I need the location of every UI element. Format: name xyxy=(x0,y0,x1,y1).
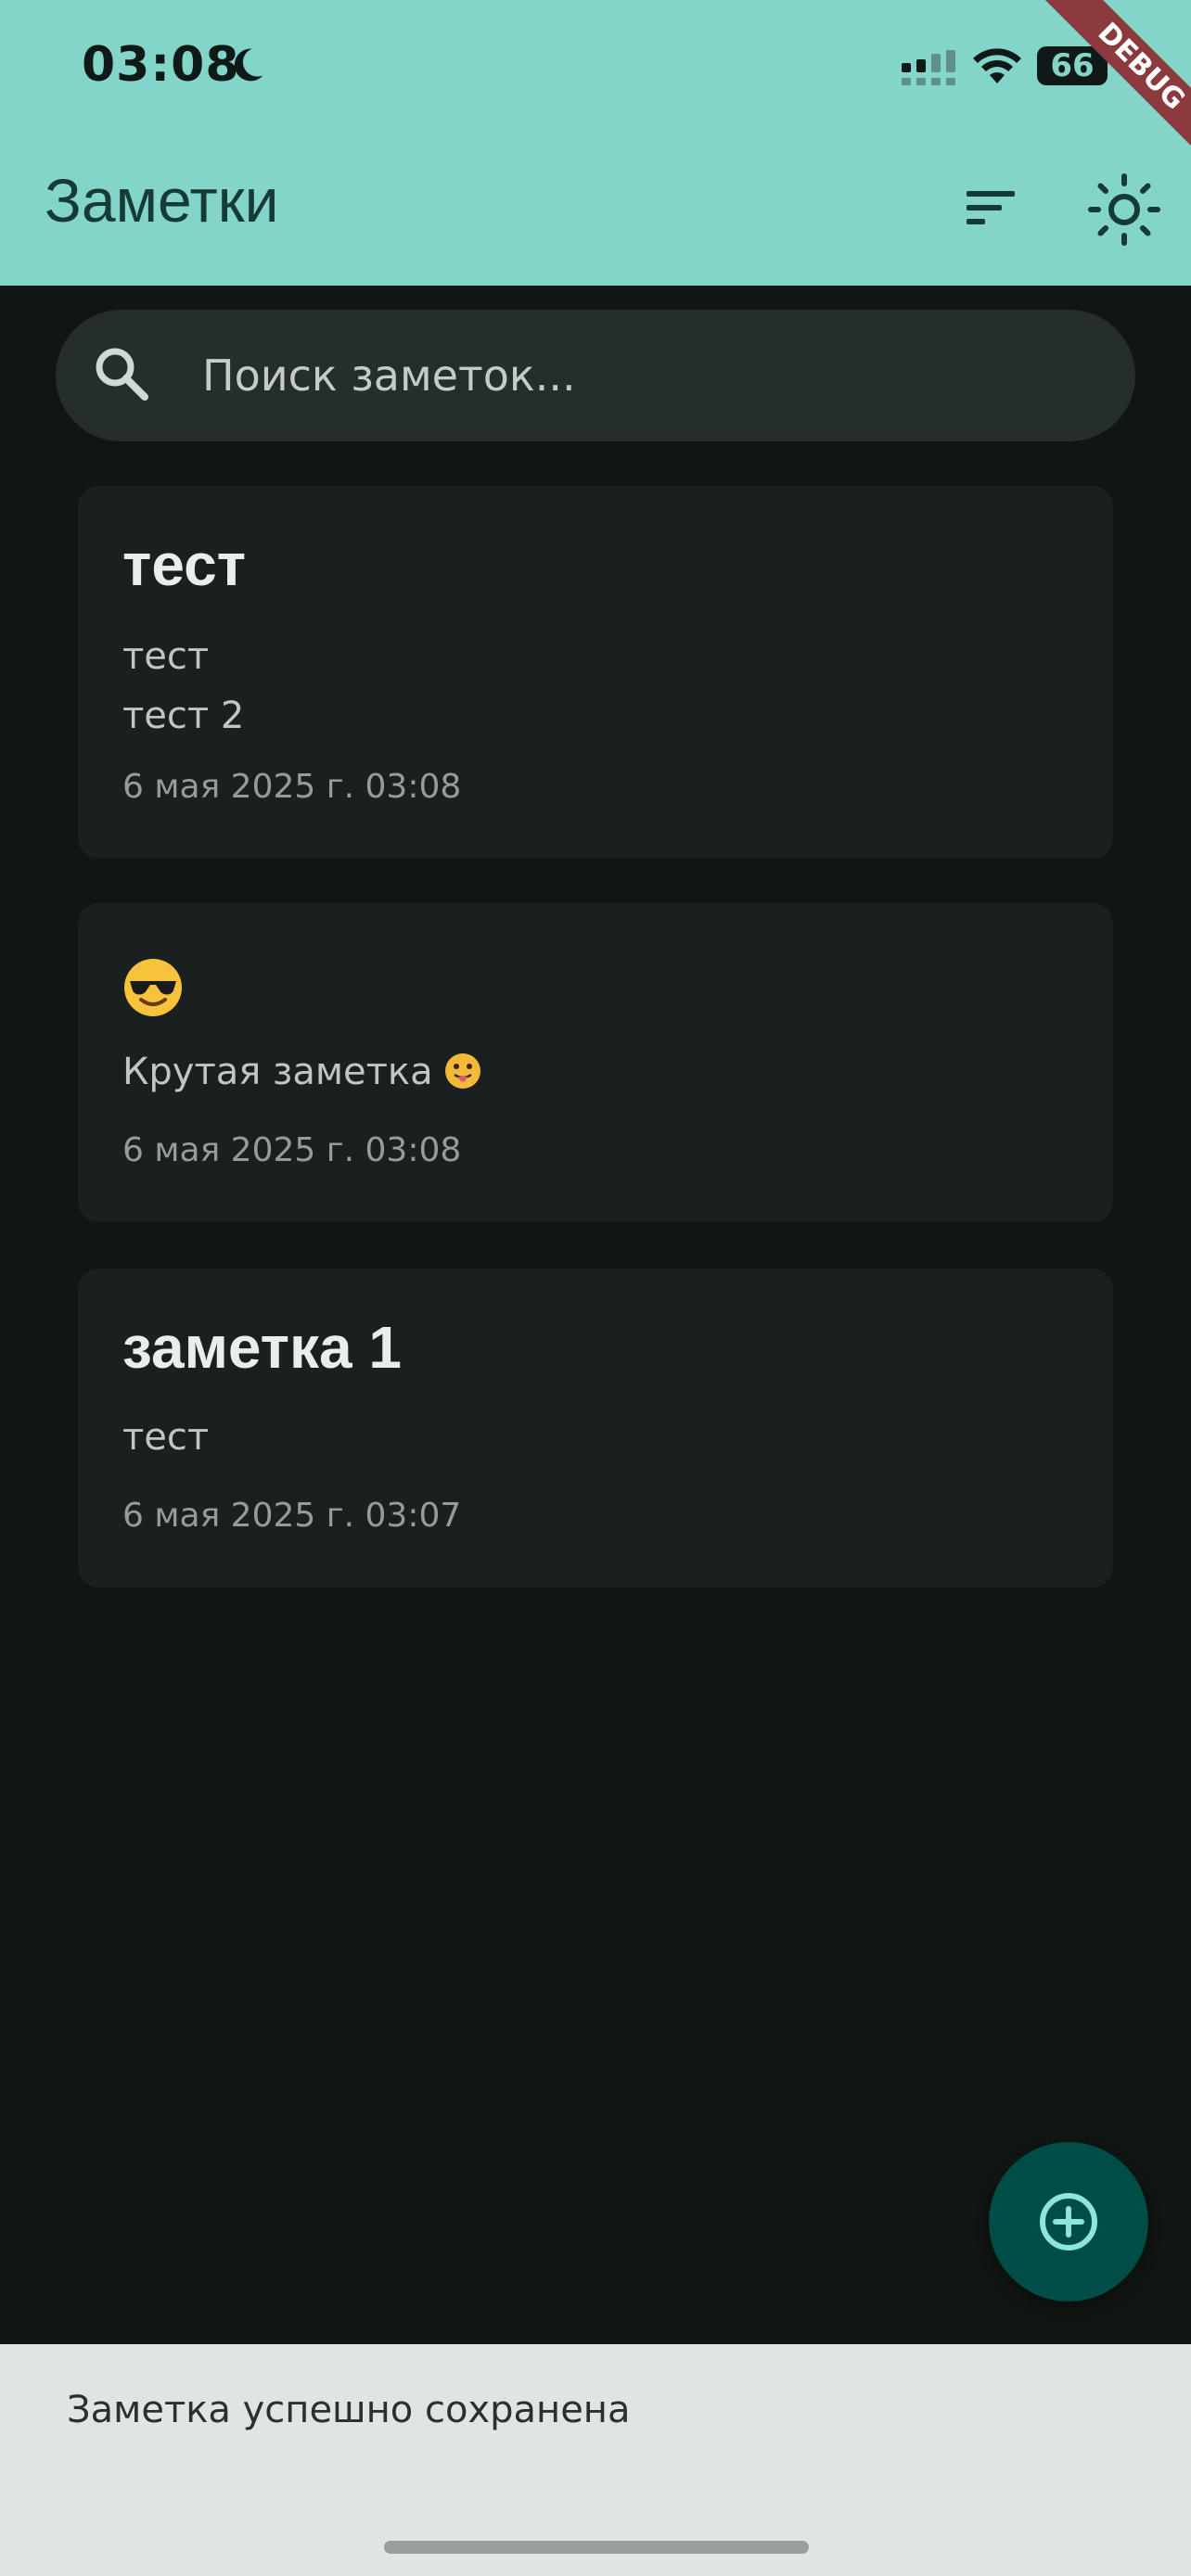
cellular-signal-icon xyxy=(902,50,955,85)
note-card[interactable]: заметка 1 тест 6 мая 2025 г. 03:07 xyxy=(78,1269,1113,1588)
note-date: 6 мая 2025 г. 03:08 xyxy=(122,768,462,806)
note-text-line: тест 2 xyxy=(122,695,245,737)
note-card[interactable]: тест тест тест 2 6 мая 2025 г. 03:08 xyxy=(78,486,1113,859)
debug-banner: DEBUG xyxy=(1002,0,1191,189)
status-time: 03:08 xyxy=(82,37,240,93)
note-text-line: тест xyxy=(122,1416,210,1459)
home-indicator[interactable] xyxy=(384,2541,809,2554)
note-text: Крутая заметка xyxy=(122,1042,481,1102)
note-title: заметка 1 xyxy=(122,1314,402,1381)
add-note-button[interactable] xyxy=(989,2142,1148,2302)
add-circle-icon xyxy=(1040,2193,1097,2251)
sort-icon[interactable] xyxy=(955,180,1026,236)
note-date: 6 мая 2025 г. 03:07 xyxy=(122,1497,462,1535)
search-input[interactable] xyxy=(200,339,1039,412)
debug-banner-label: DEBUG xyxy=(1041,0,1191,167)
face-with-tongue-emoji xyxy=(444,1053,480,1089)
note-text-line: тест xyxy=(122,635,210,678)
smiling-face-with-sunglasses-emoji xyxy=(124,959,182,1016)
note-date: 6 мая 2025 г. 03:08 xyxy=(122,1131,462,1169)
search-icon xyxy=(96,348,148,401)
note-card[interactable]: Крутая заметка 6 мая 2025 г. 03:08 xyxy=(78,903,1113,1222)
note-title: тест xyxy=(122,531,247,598)
note-text-label: Крутая заметка xyxy=(122,1051,433,1093)
moon-icon xyxy=(234,48,263,82)
sun-icon[interactable] xyxy=(1085,171,1163,249)
page-title: Заметки xyxy=(45,166,279,235)
snackbar-message: Заметка успешно сохранена xyxy=(67,2389,631,2431)
